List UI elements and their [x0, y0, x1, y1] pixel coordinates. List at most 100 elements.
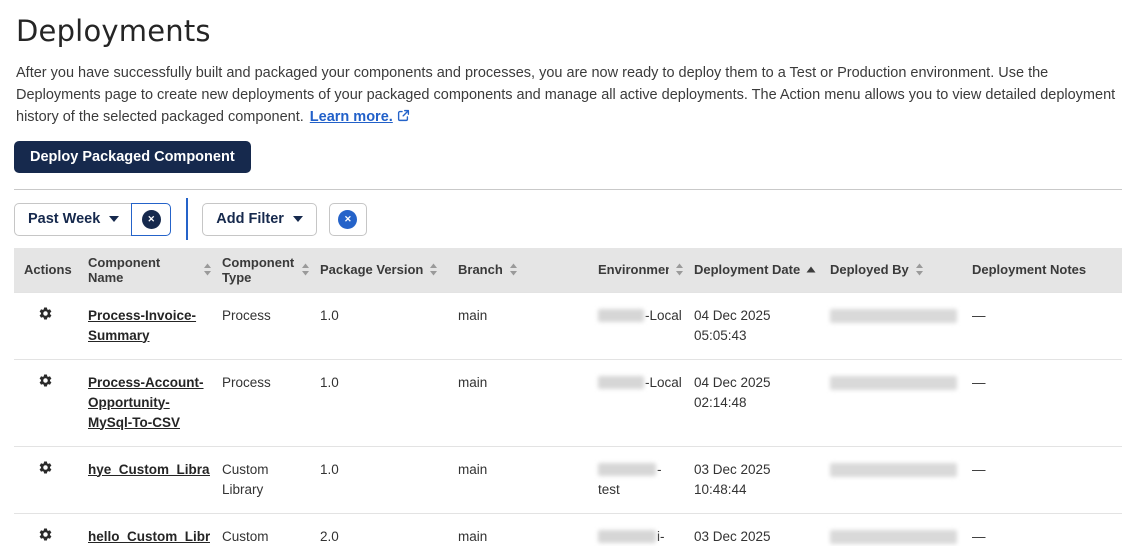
column-header-label: Environment	[598, 262, 669, 278]
column-header-environment[interactable]: Environment	[598, 248, 694, 292]
deployment-date-cell: 04 Dec 2025 02:14:48	[694, 359, 830, 447]
external-link-icon	[397, 107, 410, 129]
environment-cell: -Local	[598, 291, 694, 360]
chevron-down-icon	[292, 216, 303, 222]
redacted-deployed-by-text	[830, 529, 957, 544]
deployment-notes: —	[972, 374, 986, 390]
description-text: After you have successfully built and pa…	[16, 65, 1116, 125]
deployment-date: 04 Dec 2025	[694, 374, 771, 390]
actions-cell	[14, 446, 88, 514]
column-header-label: Deployment Notes	[972, 262, 1087, 278]
table-row: hello_Custom_Library Custom Library 2.0 mai…	[14, 513, 1122, 546]
actions-menu-button[interactable]	[38, 460, 53, 475]
redacted-environment-text	[598, 309, 644, 323]
date-filter-clear-button[interactable]	[131, 202, 172, 236]
table-row: Process-Invoice-Summary Process 1.0 main -Lo…	[14, 291, 1122, 360]
actions-cell	[14, 513, 88, 546]
deployment-time: 02:14:48	[694, 394, 747, 410]
component-type: Process	[222, 374, 271, 390]
package-version: 1.0	[320, 374, 339, 390]
deployment-date-cell: 04 Dec 2025 05:05:43	[694, 291, 830, 360]
column-header-deployment-notes: Deployment Notes	[972, 248, 1122, 292]
environment-suffix: -Local	[645, 307, 682, 323]
environment-suffix: i-	[657, 528, 665, 544]
gear-icon	[38, 374, 53, 391]
add-filter-dropdown[interactable]: Add Filter	[202, 202, 317, 236]
sort-icon[interactable]	[301, 263, 310, 276]
environment-cell: - test	[598, 446, 694, 514]
environment-suffix: -	[657, 461, 662, 477]
component-name-cell: Process-Account-Opportunity-MySql-To-CSV	[88, 359, 222, 447]
deployment-time: 10:48:44	[694, 481, 747, 497]
filter-bar: Past Week Add Filter	[14, 198, 1122, 240]
component-type-cell: Process	[222, 291, 320, 360]
actions-menu-button[interactable]	[38, 527, 53, 542]
column-header-label: Actions	[24, 262, 72, 278]
deployment-date-cell: 03 Dec 2025 10:48:44	[694, 446, 830, 514]
column-header-label: Deployed By	[830, 262, 909, 278]
sort-ascending-icon[interactable]	[806, 266, 816, 273]
component-name-cell: hello_Custom_Library	[88, 513, 222, 546]
column-header-actions: Actions	[14, 248, 88, 292]
package-version-cell: 1.0	[320, 291, 458, 360]
actions-menu-button[interactable]	[38, 373, 53, 388]
branch-cell: main	[458, 291, 598, 360]
component-type-cell: Custom Library	[222, 513, 320, 546]
learn-more-link[interactable]: Learn more.	[310, 109, 393, 125]
column-header-deployed-by[interactable]: Deployed By	[830, 248, 972, 292]
environment-cell: -Local	[598, 359, 694, 447]
component-type: Custom Library	[222, 461, 269, 497]
sort-icon[interactable]	[915, 263, 924, 276]
column-header-label: Deployment Date	[694, 262, 801, 278]
column-header-component-name[interactable]: Component Name	[88, 248, 222, 292]
package-version-cell: 1.0	[320, 359, 458, 447]
deployed-by-cell	[830, 359, 972, 447]
deployment-notes-cell: —	[972, 359, 1122, 447]
redacted-environment-text	[598, 376, 644, 390]
sort-icon[interactable]	[675, 263, 684, 276]
redacted-deployed-by-text	[830, 308, 957, 323]
package-version-cell: 2.0	[320, 513, 458, 546]
column-header-deployment-date[interactable]: Deployment Date	[694, 248, 830, 292]
component-type-cell: Process	[222, 359, 320, 447]
sort-icon[interactable]	[429, 263, 438, 276]
deployed-by-cell	[830, 513, 972, 546]
deployment-date: 03 Dec 2025	[694, 461, 771, 477]
actions-menu-button[interactable]	[38, 306, 53, 321]
component-name-link[interactable]: hello_Custom_Library	[88, 529, 210, 544]
sort-icon[interactable]	[509, 263, 518, 276]
branch-cell: main	[458, 359, 598, 447]
sort-icon[interactable]	[203, 263, 212, 276]
section-divider	[14, 189, 1122, 190]
gear-icon	[38, 461, 53, 478]
date-filter-dropdown[interactable]: Past Week	[14, 202, 132, 236]
gear-icon	[38, 307, 53, 324]
x-circle-icon	[141, 209, 161, 229]
environment-suffix: -Local	[645, 374, 682, 390]
x-circle-icon	[338, 209, 358, 229]
page-title: Deployments	[16, 14, 211, 48]
deploy-packaged-component-button[interactable]: Deploy Packaged Component	[14, 141, 251, 173]
deployment-time: 05:05:43	[694, 327, 747, 343]
column-header-label: Component Name	[88, 254, 161, 285]
deployment-notes: —	[972, 461, 986, 477]
deployment-notes-cell: —	[972, 291, 1122, 360]
component-name-link[interactable]: Process-Account-Opportunity-MySql-To-CSV	[88, 375, 204, 430]
deployment-date-cell: 03 Dec 202510:21:42	[694, 513, 830, 546]
column-header-label: Package Version	[320, 262, 424, 278]
column-header-package-version[interactable]: Package Version	[320, 248, 458, 292]
redacted-environment-text	[598, 463, 656, 477]
component-name-cell: Process-Invoice-Summary	[88, 291, 222, 360]
redacted-environment-text	[598, 530, 656, 544]
clear-all-filters-button[interactable]	[328, 202, 367, 236]
component-name-link[interactable]: hye_Custom_Library	[88, 462, 210, 477]
branch: main	[458, 307, 488, 323]
component-name-cell: hye_Custom_Library	[88, 446, 222, 514]
branch-cell: main	[458, 513, 598, 546]
column-header-component-type[interactable]: Component Type	[222, 248, 320, 292]
deployments-table: Actions Component Name Component Type Packa…	[14, 248, 1122, 546]
column-header-branch[interactable]: Branch	[458, 248, 598, 292]
package-version-cell: 1.0	[320, 446, 458, 514]
component-name-link[interactable]: Process-Invoice-Summary	[88, 308, 196, 343]
branch: main	[458, 461, 488, 477]
